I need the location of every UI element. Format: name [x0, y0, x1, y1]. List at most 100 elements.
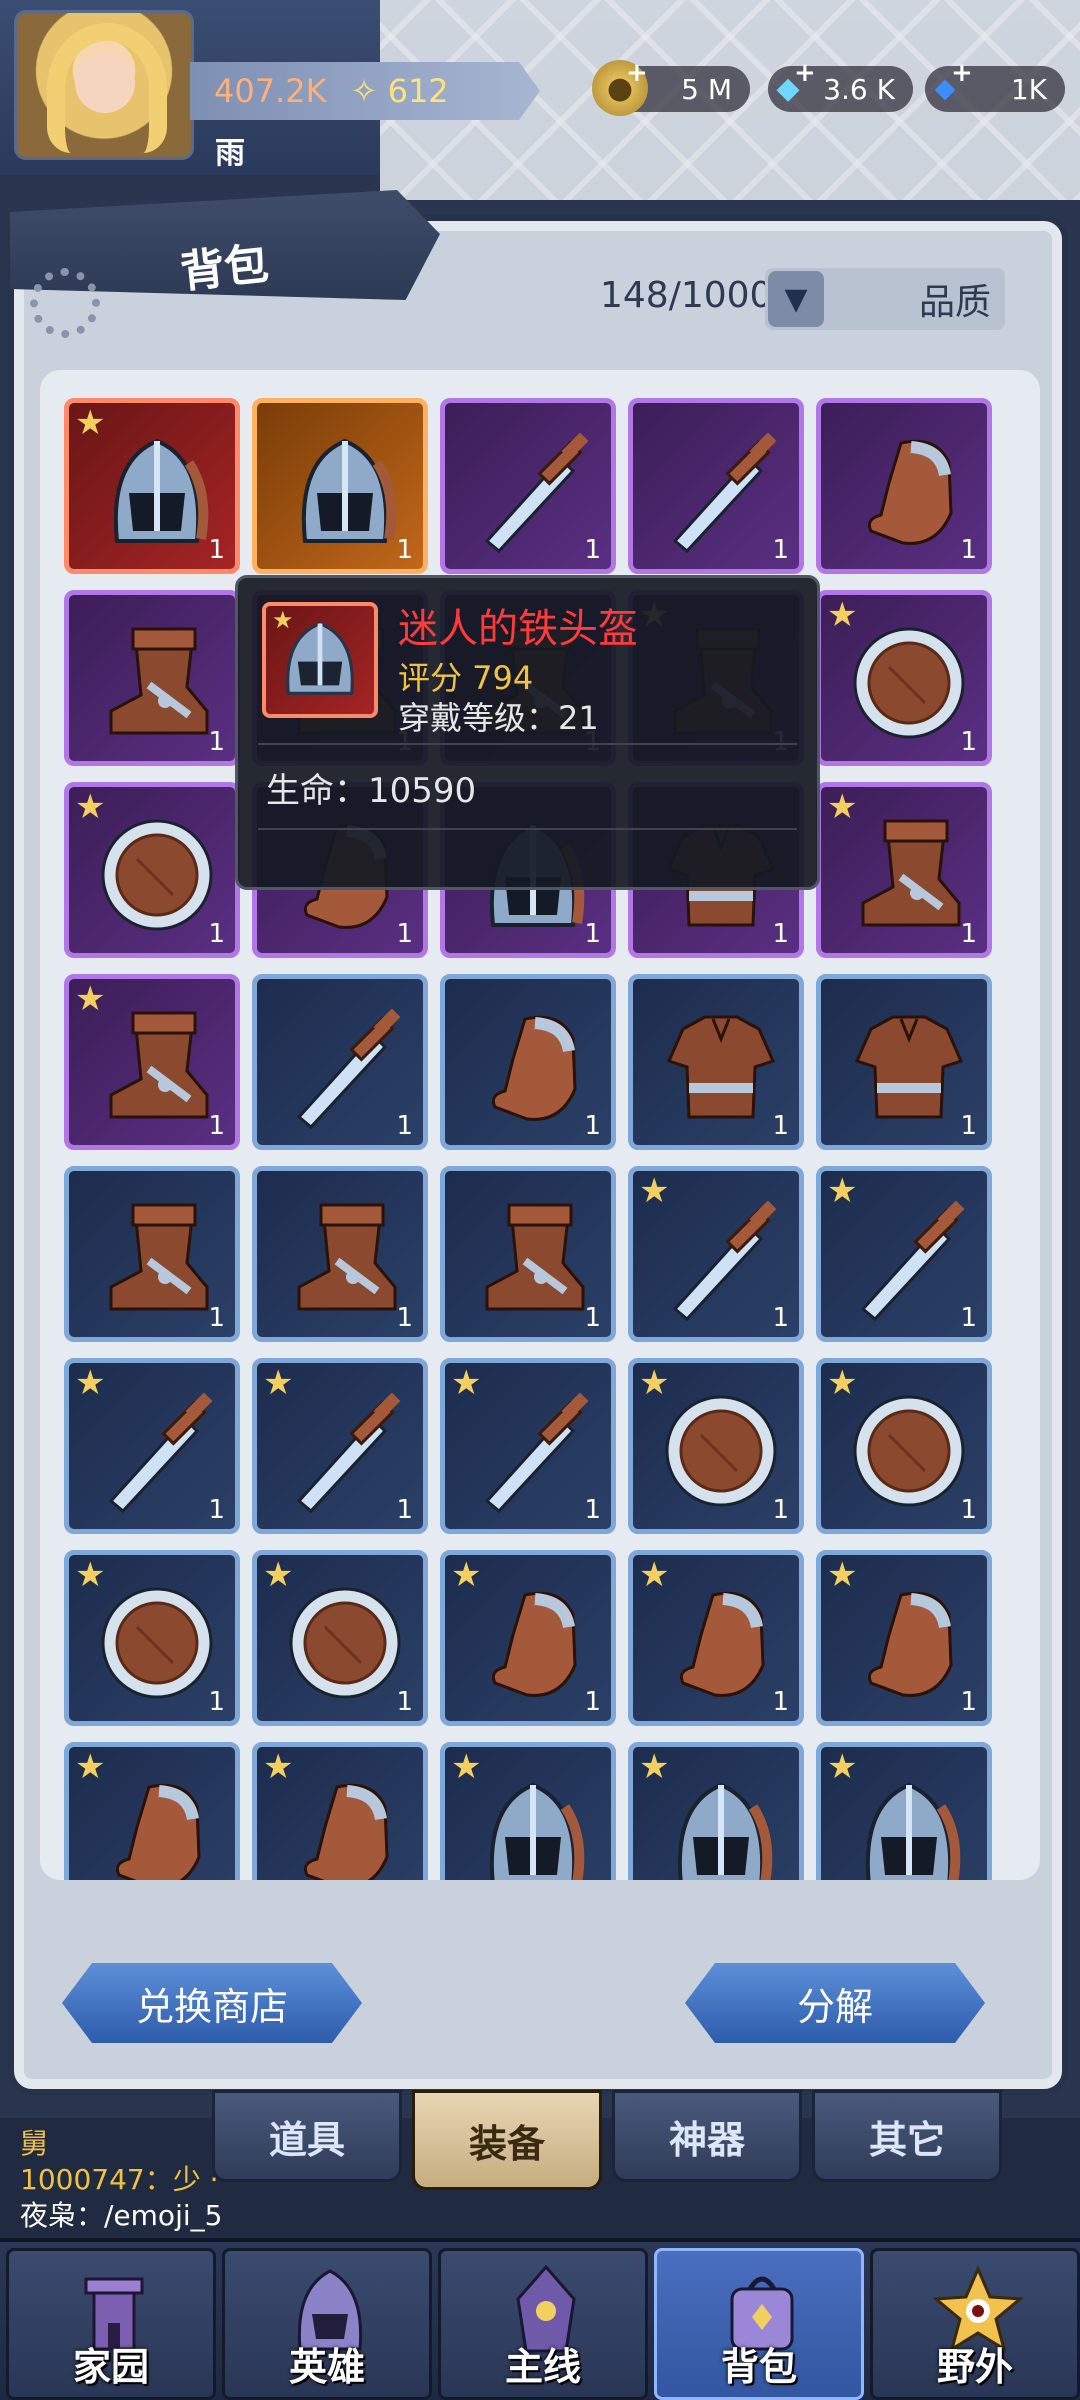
add-diamond-icon[interactable]: +	[794, 58, 816, 88]
item-slot-sword[interactable]: ★ 1	[252, 1358, 428, 1534]
item-quantity: 1	[772, 1111, 789, 1141]
tooltip-item-name: 迷人的铁头盔	[398, 606, 638, 652]
item-slot-helmet[interactable]: ★	[628, 1742, 804, 1880]
nav-backpack[interactable]: 背包	[654, 2248, 864, 2400]
item-quantity: 1	[396, 1303, 413, 1333]
item-slot-glove[interactable]: ★ 1	[816, 1550, 992, 1726]
decompose-button[interactable]: 分解	[685, 1963, 985, 2043]
sword-icon	[672, 432, 777, 554]
item-slot-sword[interactable]: ★ 1	[440, 1358, 616, 1534]
item-slot-boot[interactable]: 1	[440, 1166, 616, 1342]
item-slot-shield[interactable]: ★ 1	[64, 782, 240, 958]
diamond-currency[interactable]: ◆ + 3.6 K	[768, 58, 913, 112]
star-icon: ★	[451, 1555, 482, 1595]
item-slot-armor[interactable]: 1	[816, 974, 992, 1150]
item-slot-shield[interactable]: ★ 1	[64, 1550, 240, 1726]
item-slot-sword[interactable]: ★ 1	[816, 1166, 992, 1342]
item-quantity: 1	[772, 1687, 789, 1717]
top-bar: 407.2K ✧ 612 雨 ● + 5 M ◆ + 3.6 K ⬥ + 1K	[0, 0, 1080, 200]
item-quantity: 1	[396, 1495, 413, 1525]
helmet-icon	[865, 1782, 961, 1880]
boot-icon	[109, 1011, 209, 1119]
nav-main-quest[interactable]: 主线	[438, 2248, 648, 2400]
nav-hero-label: 英雄	[288, 2345, 365, 2389]
item-slot-boot[interactable]: 1	[64, 590, 240, 766]
crystal-currency[interactable]: ⬥ + 1K	[925, 58, 1065, 112]
item-quantity: 1	[396, 1687, 413, 1717]
star-icon: ★	[75, 979, 106, 1019]
tooltip-wear-level: 穿戴等级：21	[398, 699, 599, 737]
item-quantity: 1	[208, 1303, 225, 1333]
nav-wild[interactable]: 野外	[870, 2248, 1080, 2400]
item-slot-shield[interactable]: ★ 1	[816, 590, 992, 766]
gear-icon	[30, 268, 100, 338]
tab-equipment[interactable]: 装备	[412, 2090, 602, 2190]
item-slot-boot[interactable]: ★1	[64, 974, 240, 1150]
item-slot-glove[interactable]: ★	[252, 1742, 428, 1880]
gold-currency[interactable]: ● + 5 M	[592, 58, 750, 116]
item-quantity: 1	[772, 535, 789, 565]
dropdown-arrow-icon[interactable]: ▼	[768, 271, 824, 327]
item-slot-shield[interactable]: ★ 1	[252, 1550, 428, 1726]
player-stats-banner: 407.2K ✧ 612	[190, 62, 540, 120]
tab-other[interactable]: 其它	[812, 2090, 1002, 2182]
item-slot-glove[interactable]: 1	[440, 974, 616, 1150]
item-quantity: 1	[396, 535, 413, 565]
star-icon: ★	[272, 606, 294, 634]
item-slot-boot[interactable]: 1	[252, 1166, 428, 1342]
item-slot-sword[interactable]: 1	[252, 974, 428, 1150]
helmet-icon	[301, 438, 397, 543]
star-icon: ★	[75, 1555, 106, 1595]
exchange-shop-button[interactable]: 兑换商店	[62, 1963, 362, 2043]
quality-filter-dropdown[interactable]: ▼ 品质	[765, 268, 1005, 330]
item-slot-sword[interactable]: 1	[628, 398, 804, 574]
boot-icon	[485, 1203, 585, 1311]
item-slot-helmet[interactable]: ★ 1	[64, 398, 240, 574]
tab-items[interactable]: 道具	[212, 2090, 402, 2182]
glove-icon	[679, 1591, 765, 1697]
item-quantity: 1	[208, 727, 225, 757]
shield-icon	[853, 1395, 965, 1507]
player-name: 雨	[215, 136, 245, 171]
item-quantity: 1	[584, 919, 601, 949]
nav-hero[interactable]: 英雄	[222, 2248, 432, 2400]
item-quantity: 1	[960, 535, 977, 565]
nav-wild-label: 野外	[936, 2345, 1013, 2389]
item-slot-sword[interactable]: 1	[440, 398, 616, 574]
item-quantity: 1	[960, 1495, 977, 1525]
item-slot-glove[interactable]: 1	[816, 398, 992, 574]
item-slot-shield[interactable]: ★ 1	[628, 1358, 804, 1534]
item-slot-glove[interactable]: ★	[64, 1742, 240, 1880]
shield-icon	[101, 819, 213, 931]
add-crystal-icon[interactable]: +	[951, 58, 973, 88]
item-slot-helmet[interactable]: 1	[252, 398, 428, 574]
star-icon: ★	[827, 1363, 858, 1403]
player-avatar[interactable]	[14, 10, 194, 160]
nav-home[interactable]: 家园	[6, 2248, 216, 2400]
nav-home-label: 家园	[72, 2345, 149, 2389]
item-slot-helmet[interactable]: ★	[816, 1742, 992, 1880]
item-slot-sword[interactable]: ★ 1	[628, 1166, 804, 1342]
helmet-icon	[489, 1782, 585, 1880]
item-quantity: 1	[208, 919, 225, 949]
item-slot-helmet[interactable]: ★	[440, 1742, 616, 1880]
item-slot-shield[interactable]: ★ 1	[816, 1358, 992, 1534]
add-gold-icon[interactable]: +	[626, 58, 648, 88]
tab-artifact[interactable]: 神器	[612, 2090, 802, 2182]
sword-icon	[296, 1392, 401, 1514]
shield-icon	[289, 1587, 401, 1699]
chat-line: 夜枭：/emoji_5	[20, 2199, 223, 2232]
item-slot-armor[interactable]: 1	[628, 974, 804, 1150]
item-slot-boot[interactable]: ★1	[816, 782, 992, 958]
sword-icon	[860, 1200, 965, 1322]
sword-icon	[484, 432, 589, 554]
avatar-face	[75, 53, 135, 113]
item-slot-glove[interactable]: ★ 1	[628, 1550, 804, 1726]
item-slot-boot[interactable]: 1	[64, 1166, 240, 1342]
item-slot-glove[interactable]: ★ 1	[440, 1550, 616, 1726]
star-icon: ★	[75, 403, 106, 443]
item-slot-sword[interactable]: ★ 1	[64, 1358, 240, 1534]
glove-icon	[867, 439, 953, 545]
item-quantity: 1	[772, 1303, 789, 1333]
helmet-icon	[113, 438, 209, 543]
